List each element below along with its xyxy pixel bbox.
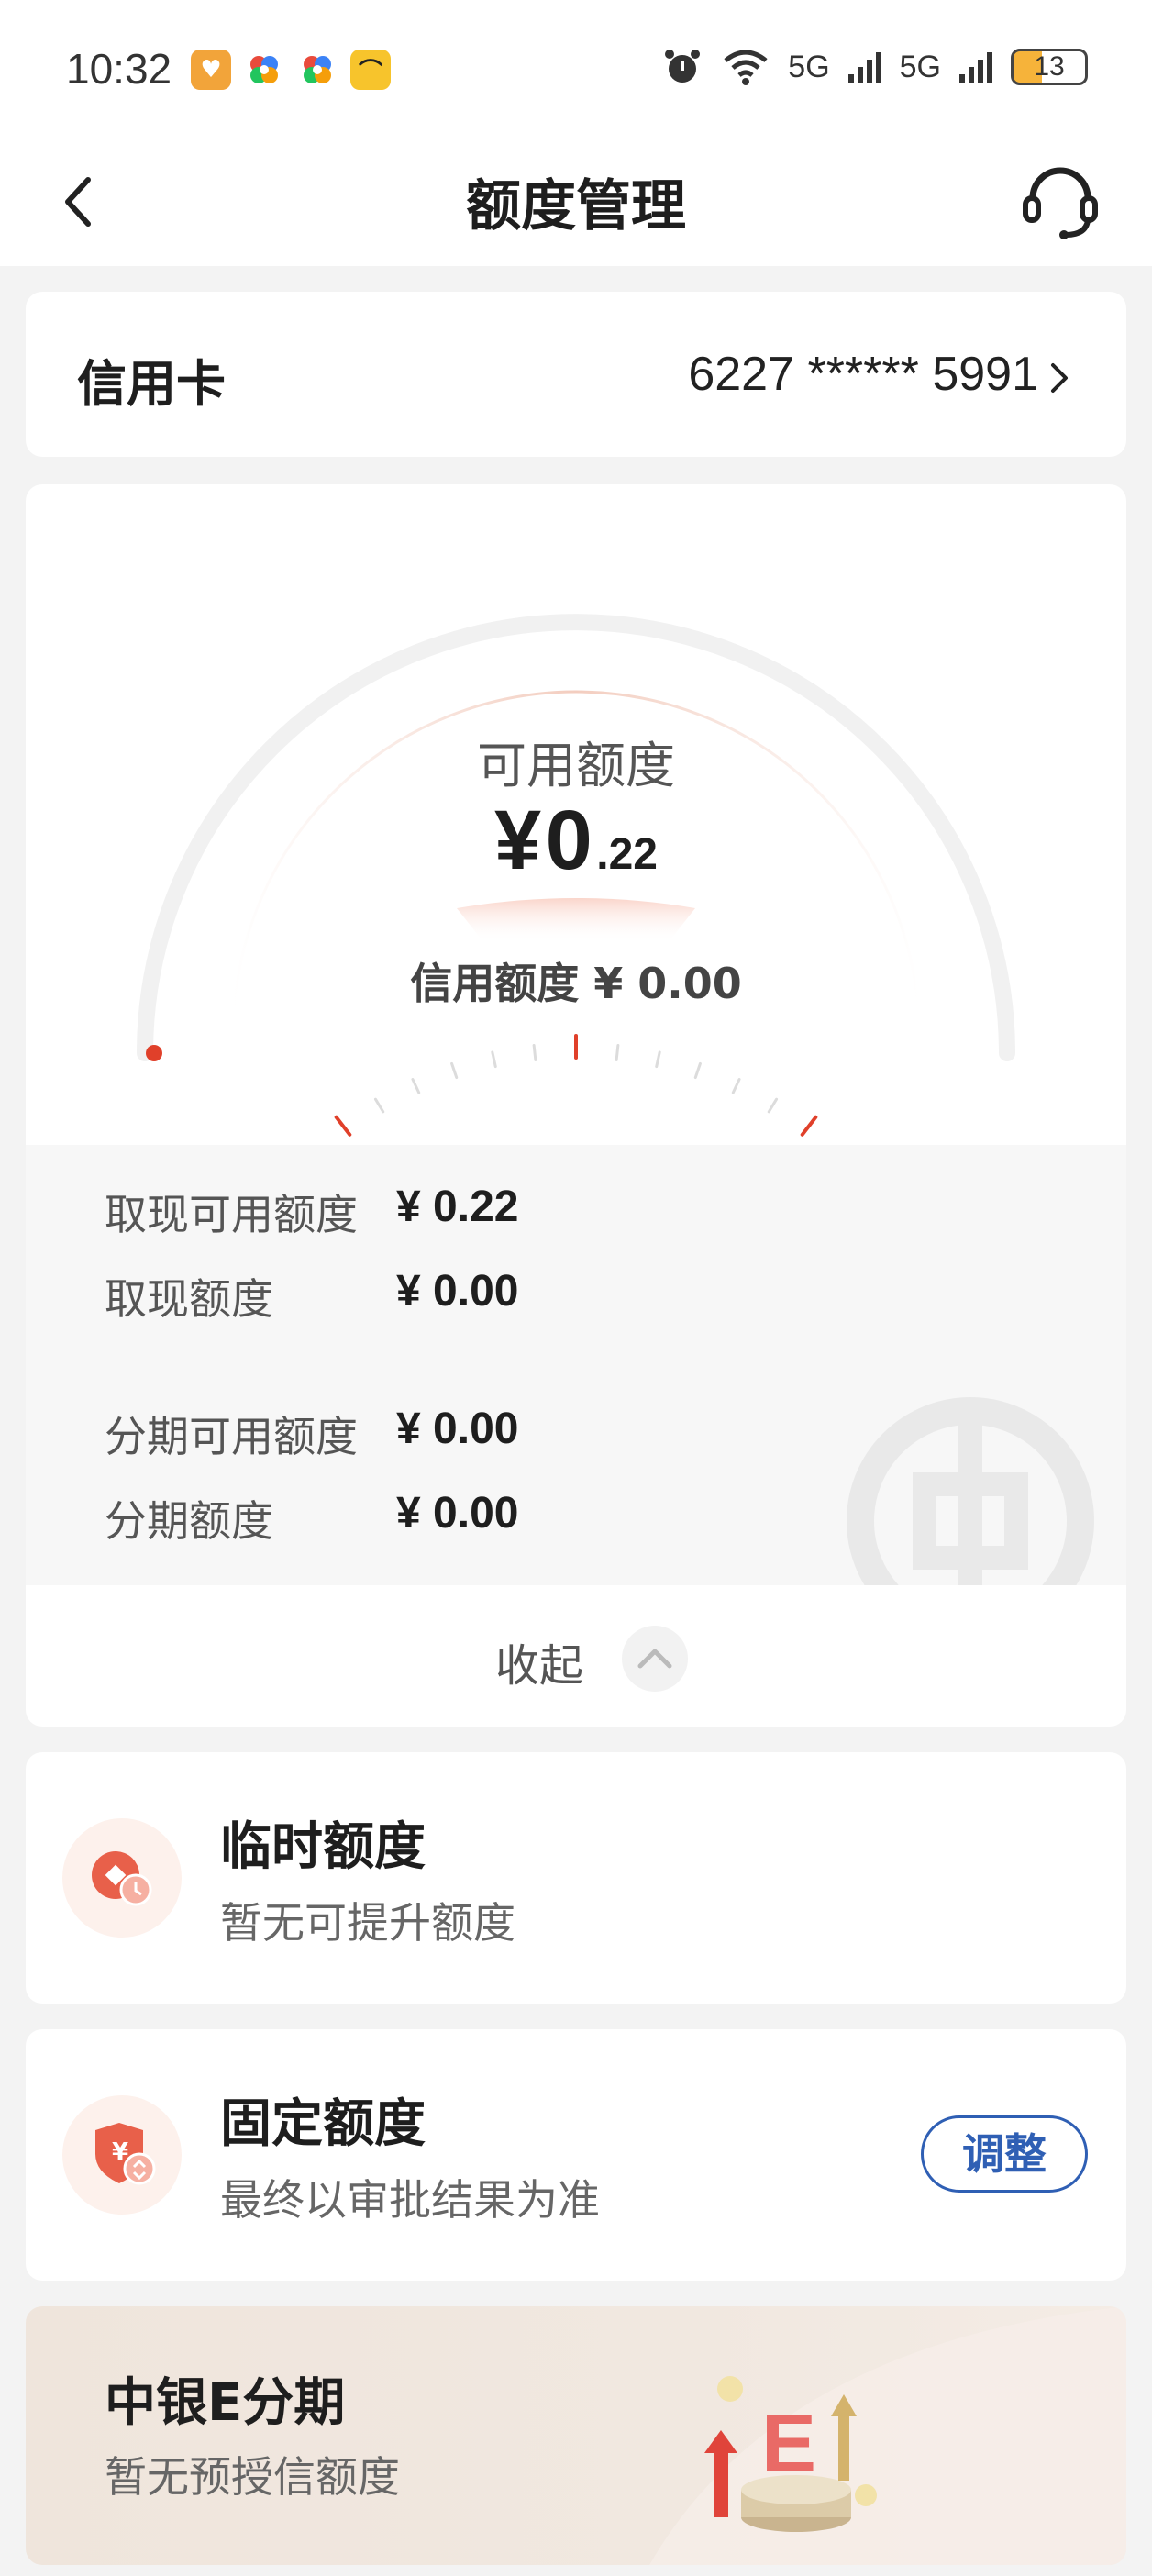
credit-limit: 信用额度 ¥ 0.00: [410, 959, 742, 1008]
status-bar: 10:32 ♥ ⌒ 5G 5G 13: [0, 0, 1152, 138]
temp-limit-title: 临时额度: [220, 1817, 426, 1877]
gauge-tick: [450, 1061, 459, 1080]
app-pinwheel-icon: [244, 50, 284, 90]
amount-decimal: .22: [596, 830, 658, 879]
gauge-start-dot: [146, 1045, 162, 1061]
limit-details: 取现可用额度 ¥ 0.22 取现额度 ¥ 0.00 分期可用额度 ¥ 0.00 …: [26, 1145, 1126, 1585]
chevron-up-icon: [622, 1626, 688, 1692]
temp-limit-subtitle: 暂无可提升额度: [220, 1898, 515, 1948]
gauge-tick: [411, 1078, 421, 1094]
available-limit-amount: ¥ 0 .22: [26, 793, 1126, 889]
fixed-limit-card: ¥ 固定额度 最终以审批结果为准 调整: [26, 2029, 1126, 2281]
bank-logo-watermark: [847, 1397, 1094, 1585]
adjust-button[interactable]: 调整: [921, 2115, 1088, 2193]
status-right: 5G 5G 13: [661, 46, 1088, 88]
svg-text:E: E: [761, 2398, 816, 2490]
gauge-tick: [334, 1115, 352, 1137]
collapse-label: 收起: [494, 1640, 583, 1692]
signal-icon: [847, 52, 881, 83]
gauge-tick: [693, 1061, 702, 1080]
detail-value: ¥ 0.00: [396, 1489, 519, 1538]
available-limit-label: 可用额度: [477, 737, 675, 794]
fixed-limit-title: 固定额度: [220, 2094, 426, 2154]
promo-subtitle: 暂无预授信额度: [105, 2452, 400, 2502]
promo-title: 中银E分期: [105, 2373, 346, 2433]
fixed-limit-subtitle: 最终以审批结果为准: [220, 2175, 600, 2225]
gauge-ticks: [334, 1034, 818, 1137]
gauge-tick: [655, 1050, 661, 1069]
detail-label: 分期可用额度: [105, 1412, 358, 1461]
headset-icon[interactable]: [1014, 156, 1106, 248]
temp-limit-icon: [62, 1818, 182, 1938]
status-time: 10:32: [66, 45, 172, 93]
signal-icon: [959, 52, 992, 83]
gauge-tick: [800, 1115, 818, 1137]
limit-card: 可用额度 ¥ 0 .22 信用额度 ¥ 0.00 取现可用额度 ¥ 0.22 取…: [26, 484, 1126, 1727]
wifi-icon: [724, 50, 768, 85]
chevron-right-icon: [1051, 363, 1068, 393]
detail-value: ¥ 0.22: [396, 1183, 519, 1231]
temp-limit-card[interactable]: 临时额度 暂无可提升额度: [26, 1752, 1126, 2004]
app-pinwheel-icon: [297, 50, 338, 90]
notification-icons: ♥ ⌒: [191, 50, 391, 90]
detail-label: 分期额度: [105, 1496, 273, 1546]
gauge-tick: [767, 1097, 779, 1114]
gauge-tick: [731, 1078, 741, 1094]
detail-label: 取现可用额度: [105, 1190, 358, 1239]
installment-illustration-icon: E: [704, 2376, 877, 2532]
header: 额度管理: [0, 138, 1152, 266]
app-yellow-icon: ⌒: [350, 50, 391, 90]
app-heart-icon: ♥: [191, 50, 231, 90]
amount-currency: ¥: [494, 794, 542, 887]
gauge-tick: [532, 1044, 537, 1061]
amount-integer: 0: [545, 794, 593, 887]
detail-value: ¥ 0.00: [396, 1405, 519, 1453]
gauge-tick: [373, 1097, 385, 1114]
gauge-tick: [491, 1050, 497, 1069]
card-type-label: 信用卡: [77, 355, 226, 413]
detail-value: ¥ 0.00: [396, 1267, 519, 1316]
alarm-icon: [665, 50, 701, 83]
card-number: 6227 ****** 5991: [688, 348, 1038, 401]
card-selector[interactable]: 信用卡 6227 ****** 5991: [26, 292, 1126, 457]
page-title: 额度管理: [466, 174, 686, 239]
network-label-2: 5G: [899, 49, 941, 84]
detail-label: 取现额度: [105, 1274, 273, 1324]
collapse-button[interactable]: 收起: [26, 1585, 1126, 1727]
gauge-tick: [615, 1044, 620, 1061]
e-installment-banner[interactable]: 中银E分期 暂无预授信额度 E: [26, 2306, 1126, 2565]
fixed-limit-shield-icon: ¥: [62, 2095, 182, 2215]
battery-icon: 13: [1011, 49, 1088, 85]
network-label-1: 5G: [788, 49, 830, 84]
